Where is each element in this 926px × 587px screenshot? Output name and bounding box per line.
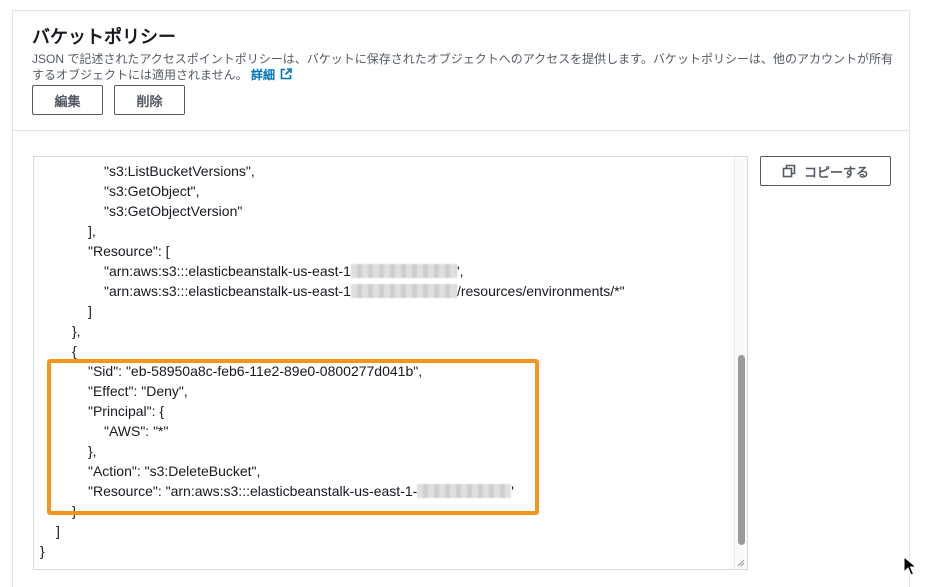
resource-arn-suffix: ' (511, 483, 514, 499)
code-line: "s3:GetObjectVersion" (104, 203, 243, 219)
external-link-icon[interactable] (280, 68, 293, 80)
code-line: }, (88, 443, 97, 459)
code-area[interactable]: "s3:ListBucketVersions", "s3:GetObject",… (34, 157, 734, 569)
code-line: "Resource": "arn:aws:s3:::elasticbeansta… (88, 481, 514, 501)
panel-header: バケットポリシー JSON で記述されたアクセスポイントポリシーは、バケットに保… (13, 11, 909, 131)
code-line: "AWS": "*" (104, 423, 169, 439)
editor-scrollbar[interactable] (734, 157, 747, 569)
resource-arn-prefix: "Resource": "arn:aws:s3:::elasticbeansta… (88, 483, 418, 499)
copy-button[interactable]: コピーする (760, 156, 891, 186)
code-line: } (40, 543, 45, 559)
resize-handle-icon[interactable] (737, 559, 745, 567)
code-line: }, (72, 323, 81, 339)
resource-arn-prefix: "arn:aws:s3:::elasticbeanstalk-us-east-1 (104, 263, 351, 279)
code-line: { (72, 343, 77, 359)
resource-arn-suffix: ', (456, 263, 464, 279)
copy-label: コピーする (803, 164, 869, 180)
description-text: JSON で記述されたアクセスポイントポリシーは、バケットに保存されたオブジェク… (32, 52, 893, 82)
code-line: "s3:ListBucketVersions", (104, 163, 255, 179)
redacted-account-id (350, 264, 457, 278)
code-line: "Principal": { (88, 403, 165, 419)
code-line: "arn:aws:s3:::elasticbeanstalk-us-east-1… (104, 261, 464, 281)
learn-more-link[interactable]: 詳細 (251, 68, 275, 82)
redacted-account-id (350, 284, 457, 298)
code-line: } (72, 503, 77, 519)
code-line: "Sid": "eb-58950a8c-feb6-11e2-89e0-08002… (88, 363, 423, 379)
code-line: "Action": "s3:DeleteBucket", (88, 463, 261, 479)
code-line: ] (88, 303, 92, 319)
resource-arn-suffix: /resources/environments/*" (456, 283, 625, 299)
code-line: "Effect": "Deny", (88, 383, 188, 399)
code-line: "Resource": [ (88, 243, 170, 259)
scrollbar-thumb[interactable] (738, 355, 745, 545)
code-line: "s3:GetObject", (104, 183, 200, 199)
mouse-pointer-icon (903, 556, 917, 576)
copy-icon (782, 164, 796, 178)
page-title: バケットポリシー (32, 27, 176, 47)
code-line: ], (88, 223, 96, 239)
edit-button[interactable]: 編集 (32, 85, 103, 115)
delete-button[interactable]: 削除 (114, 85, 185, 115)
policy-description: JSON で記述されたアクセスポイントポリシーは、バケットに保存されたオブジェク… (32, 51, 898, 83)
code-line: "arn:aws:s3:::elasticbeanstalk-us-east-1… (104, 281, 625, 301)
resource-arn-prefix: "arn:aws:s3:::elasticbeanstalk-us-east-1 (104, 283, 351, 299)
policy-json-editor[interactable]: "s3:ListBucketVersions", "s3:GetObject",… (33, 156, 748, 570)
redacted-account-id (417, 484, 512, 498)
code-line: ] (56, 523, 60, 539)
bucket-policy-panel: バケットポリシー JSON で記述されたアクセスポイントポリシーは、バケットに保… (12, 10, 910, 587)
